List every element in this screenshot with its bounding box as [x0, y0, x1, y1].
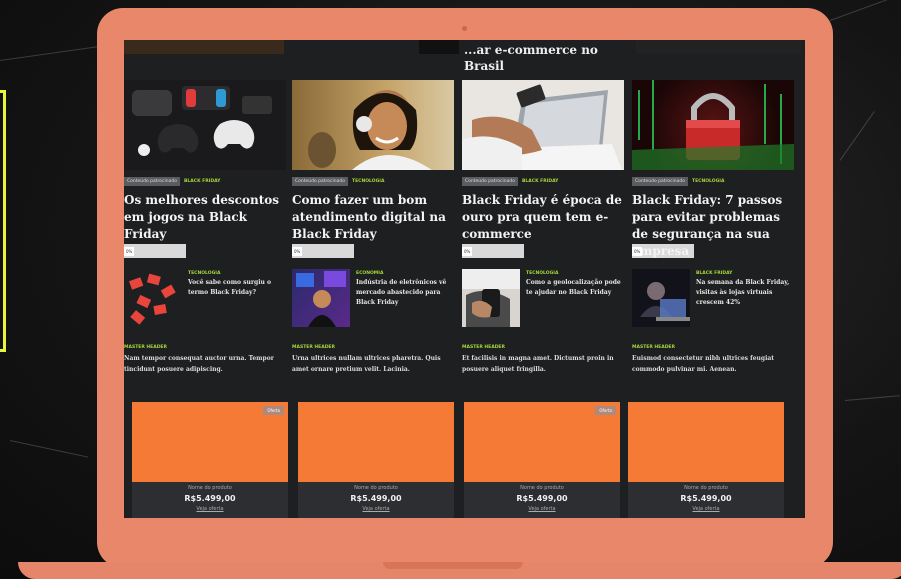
list-item[interactable]: TECNOLOGIA Como a geolocalização pode te…	[462, 269, 627, 327]
laptop-card-image[interactable]	[462, 80, 624, 170]
phone-hands-image[interactable]	[462, 269, 520, 327]
list-item[interactable]: TECNOLOGIA Você sabe como surgiu o termo…	[124, 269, 289, 327]
top-article-title[interactable]: ...ar e-commerce no Brasil	[464, 42, 634, 74]
product-name[interactable]: Nome do produto	[298, 485, 454, 491]
headset-woman-image[interactable]	[292, 80, 454, 170]
background-scratch	[844, 395, 900, 401]
category-label[interactable]: BLACK FRIDAY	[696, 271, 797, 276]
master-label[interactable]: MASTER HEADER	[632, 345, 797, 350]
master-text[interactable]: Nam tempor consequat auctor urna. Tempor…	[124, 353, 289, 375]
background-scratch	[839, 111, 875, 161]
post-title[interactable]: Você sabe como surgiu o termo Black Frid…	[188, 278, 289, 298]
article-card[interactable]: Conteúdo patrocinado TECNOLOGIA Como faz…	[292, 80, 457, 258]
master-post[interactable]: MASTER HEADER Et facilisis in magna amet…	[462, 345, 627, 375]
category-label[interactable]: TECNOLOGIA	[188, 271, 289, 276]
offer-badge: Oferta	[263, 406, 284, 415]
product-card[interactable]: Nome do produto R$5.499,00 Veja oferta	[628, 402, 784, 518]
share-label: 0%	[292, 246, 303, 256]
master-post[interactable]: MASTER HEADER Euismod consectetur nibh u…	[632, 345, 797, 375]
share-label: 0%	[124, 246, 135, 256]
red-tags-image[interactable]	[124, 269, 182, 327]
master-label[interactable]: MASTER HEADER	[292, 345, 457, 350]
category-label[interactable]: ECONOMIA	[356, 271, 457, 276]
tag-category[interactable]: BLACK FRIDAY	[184, 179, 220, 184]
background-scratch	[9, 440, 89, 458]
share-label: 0%	[462, 246, 473, 256]
tag-category[interactable]: TECNOLOGIA	[692, 179, 724, 184]
product-card[interactable]: Oferta Nome do produto R$5.499,00 Veja o…	[464, 402, 620, 518]
product-image[interactable]: Oferta	[132, 402, 288, 482]
product-price: R$5.499,00	[184, 494, 236, 503]
product-name[interactable]: Nome do produto	[464, 485, 620, 491]
product-card[interactable]: Nome do produto R$5.499,00 Veja oferta	[298, 402, 454, 518]
top-thumb-clipped	[419, 40, 459, 54]
list-item[interactable]: ECONOMIA Indústria de eletrônicos vê mer…	[292, 269, 457, 327]
view-offer-link[interactable]: Veja oferta	[628, 506, 784, 512]
tag-category[interactable]: TECNOLOGIA	[352, 179, 384, 184]
master-post[interactable]: MASTER HEADER Nam tempor consequat aucto…	[124, 345, 289, 375]
tag-sponsored[interactable]: Conteúdo patrocinado	[462, 177, 518, 186]
game-controllers-image[interactable]	[124, 80, 286, 170]
view-offer-link[interactable]: Veja oferta	[464, 506, 620, 512]
category-label[interactable]: TECNOLOGIA	[526, 271, 627, 276]
view-offer-link[interactable]: Veja oferta	[132, 506, 288, 512]
product-price: R$5.499,00	[350, 494, 402, 503]
product-price: R$5.499,00	[516, 494, 568, 503]
background-scratch	[829, 0, 896, 21]
website-screen: ...ar e-commerce no Brasil Conteúdo patr…	[124, 40, 805, 518]
share-bar[interactable]: 0%	[462, 244, 524, 258]
product-name[interactable]: Nome do produto	[628, 485, 784, 491]
tag-sponsored[interactable]: Conteúdo patrocinado	[124, 177, 180, 186]
tag-sponsored[interactable]: Conteúdo patrocinado	[292, 177, 348, 186]
list-item[interactable]: BLACK FRIDAY Na semana da Black Friday, …	[632, 269, 797, 327]
offer-badge: Oferta	[595, 406, 616, 415]
master-label[interactable]: MASTER HEADER	[462, 345, 627, 350]
master-text[interactable]: Euismod consectetur nibh ultrices feugia…	[632, 353, 797, 375]
tag-sponsored[interactable]: Conteúdo patrocinado	[632, 177, 688, 186]
product-name[interactable]: Nome do produto	[132, 485, 288, 491]
product-card[interactable]: Oferta Nome do produto R$5.499,00 Veja o…	[132, 402, 288, 518]
share-bar[interactable]: 0%	[124, 244, 186, 258]
product-image[interactable]: Oferta	[464, 402, 620, 482]
share-label: 0%	[632, 246, 643, 256]
padlock-image[interactable]	[632, 80, 794, 170]
product-image[interactable]	[298, 402, 454, 482]
laptop-notch	[383, 562, 523, 569]
article-card[interactable]: Conteúdo patrocinado BLACK FRIDAY Black …	[462, 80, 627, 258]
person-laptop-image[interactable]	[632, 269, 690, 327]
post-title[interactable]: Indústria de eletrônicos vê mercado abas…	[356, 278, 457, 308]
article-title[interactable]: Black Friday é época de ouro pra quem te…	[462, 192, 627, 244]
article-title[interactable]: Como fazer um bom atendimento digital na…	[292, 192, 457, 244]
electronics-image[interactable]	[292, 269, 350, 327]
master-text[interactable]: Et facilisis in magna amet. Dictumst pro…	[462, 353, 627, 375]
product-price: R$5.499,00	[680, 494, 732, 503]
master-label[interactable]: MASTER HEADER	[124, 345, 289, 350]
post-title[interactable]: Na semana da Black Friday, visitas às lo…	[696, 278, 797, 308]
camera-icon	[462, 26, 467, 31]
master-post[interactable]: MASTER HEADER Urna ultrices nullam ultri…	[292, 345, 457, 375]
tag-category[interactable]: BLACK FRIDAY	[522, 179, 558, 184]
product-image[interactable]	[628, 402, 784, 482]
yellow-frame-decoration	[0, 90, 6, 352]
top-thumb-clipped	[636, 40, 801, 54]
master-text[interactable]: Urna ultrices nullam ultrices pharetra. …	[292, 353, 457, 375]
article-title[interactable]: Os melhores descontos em jogos na Black …	[124, 192, 289, 244]
top-thumb-clipped	[124, 40, 284, 54]
view-offer-link[interactable]: Veja oferta	[298, 506, 454, 512]
share-bar[interactable]: 0%	[292, 244, 354, 258]
article-card[interactable]: Conteúdo patrocinado TECNOLOGIA Black Fr…	[632, 80, 797, 258]
article-title[interactable]: Black Friday: 7 passos para evitar probl…	[632, 192, 797, 258]
article-card[interactable]: Conteúdo patrocinado BLACK FRIDAY Os mel…	[124, 80, 289, 258]
post-title[interactable]: Como a geolocalização pode te ajudar no …	[526, 278, 627, 298]
